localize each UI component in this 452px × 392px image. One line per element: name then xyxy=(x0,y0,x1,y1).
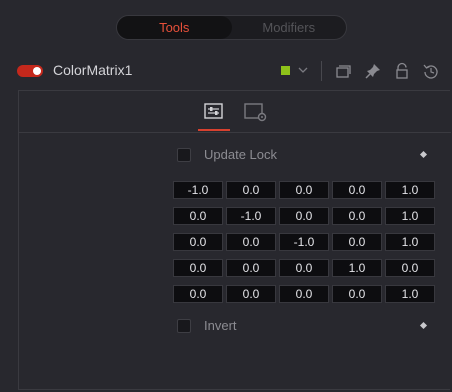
matrix-cell[interactable]: 0.0 xyxy=(173,207,223,225)
matrix-cell[interactable]: 0.0 xyxy=(226,259,276,277)
chevron-down-icon[interactable] xyxy=(296,62,310,78)
node-name[interactable]: ColorMatrix1 xyxy=(53,62,132,78)
color-swatch[interactable] xyxy=(281,66,290,75)
toggle-knob xyxy=(33,67,41,75)
matrix-cell[interactable]: 0.0 xyxy=(279,207,329,225)
matrix-cell[interactable]: 0.0 xyxy=(332,233,382,251)
versions-icon[interactable] xyxy=(334,62,352,80)
node-enable-toggle[interactable] xyxy=(17,65,43,77)
controls-panel: Update Lock -1.0 0.0 0.0 0.0 1.0 0.0 -1.… xyxy=(18,90,451,390)
invert-row: Invert xyxy=(19,319,451,337)
control-page-tabs xyxy=(19,91,451,133)
inspector-tabs: Tools Modifiers xyxy=(116,15,347,40)
tab-modifiers[interactable]: Modifiers xyxy=(232,16,347,39)
matrix-cell[interactable]: 0.0 xyxy=(332,285,382,303)
matrix-cell[interactable]: 1.0 xyxy=(385,207,435,225)
matrix-cell[interactable]: 0.0 xyxy=(279,181,329,199)
matrix-cell[interactable]: 0.0 xyxy=(226,181,276,199)
matrix-cell[interactable]: 0.0 xyxy=(279,285,329,303)
matrix-cell[interactable]: 0.0 xyxy=(332,181,382,199)
update-lock-checkbox[interactable] xyxy=(177,148,191,162)
active-tab-underline xyxy=(198,129,230,131)
matrix-cell[interactable]: 0.0 xyxy=(385,259,435,277)
invert-checkbox[interactable] xyxy=(177,319,191,333)
settings-icon[interactable] xyxy=(241,99,269,125)
lock-icon[interactable] xyxy=(393,62,411,80)
invert-label: Invert xyxy=(204,318,237,333)
update-lock-row: Update Lock xyxy=(19,148,451,166)
matrix-cell[interactable]: 0.0 xyxy=(226,285,276,303)
matrix-cell[interactable]: 1.0 xyxy=(332,259,382,277)
keyframe-diamond-icon[interactable] xyxy=(419,150,428,159)
pin-icon[interactable] xyxy=(364,62,382,80)
node-header: ColorMatrix1 xyxy=(0,58,452,84)
inspector-panel: Tools Modifiers ColorMatrix1 Update Lock… xyxy=(0,0,452,392)
matrix-cell[interactable]: 0.0 xyxy=(173,259,223,277)
matrix-cell[interactable]: 1.0 xyxy=(385,181,435,199)
reset-icon[interactable] xyxy=(422,62,440,80)
matrix-cell[interactable]: 0.0 xyxy=(226,233,276,251)
matrix-cell[interactable]: 0.0 xyxy=(279,259,329,277)
tab-tools[interactable]: Tools xyxy=(117,16,232,39)
matrix-cell[interactable]: -1.0 xyxy=(173,181,223,199)
header-divider xyxy=(321,61,322,81)
matrix-cell[interactable]: 0.0 xyxy=(173,233,223,251)
keyframe-diamond-icon[interactable] xyxy=(419,321,428,330)
matrix-cell[interactable]: 1.0 xyxy=(385,285,435,303)
update-lock-label: Update Lock xyxy=(204,147,277,162)
matrix-cell[interactable]: 1.0 xyxy=(385,233,435,251)
matrix-cell[interactable]: -1.0 xyxy=(226,207,276,225)
matrix-cell[interactable]: 0.0 xyxy=(173,285,223,303)
controls-sliders-icon[interactable] xyxy=(200,99,228,125)
matrix-cell[interactable]: -1.0 xyxy=(279,233,329,251)
matrix-cell[interactable]: 0.0 xyxy=(332,207,382,225)
